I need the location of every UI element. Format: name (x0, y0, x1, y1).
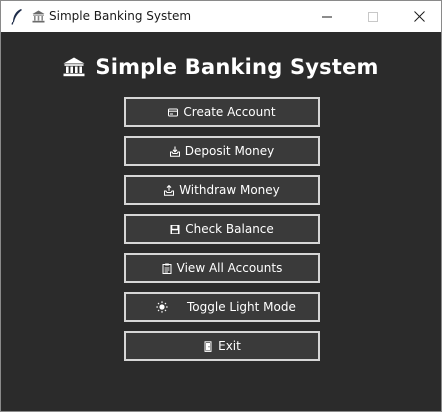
withdraw-money-label: Withdraw Money (179, 183, 280, 197)
main-content: Simple Banking System Create Account Dep… (1, 32, 441, 411)
exit-button[interactable]: Exit (124, 331, 320, 361)
card-icon (168, 108, 179, 116)
toggle-light-mode-label: Toggle Light Mode (187, 300, 296, 314)
close-button[interactable] (396, 1, 441, 32)
feather-icon (11, 9, 22, 25)
bank-icon (63, 57, 85, 77)
maximize-button[interactable] (350, 1, 396, 32)
toggle-light-mode-button[interactable]: Toggle Light Mode (124, 292, 320, 322)
app-header: Simple Banking System (1, 52, 441, 82)
bank-icon (32, 10, 45, 23)
minimize-icon (322, 16, 332, 17)
withdraw-money-button[interactable]: Withdraw Money (124, 175, 320, 205)
app-window: Simple Banking System Simple Banking Sys… (0, 0, 442, 412)
minimize-button[interactable] (304, 1, 350, 32)
check-balance-label: Check Balance (185, 222, 274, 236)
deposit-money-label: Deposit Money (184, 144, 275, 158)
create-account-button[interactable]: Create Account (124, 97, 320, 127)
close-icon (413, 11, 425, 22)
sun-icon (156, 301, 168, 313)
window-title: Simple Banking System (49, 9, 192, 23)
door-icon (204, 340, 212, 352)
clipboard-icon (162, 263, 172, 274)
outbox-tray-icon (164, 184, 175, 196)
deposit-money-button[interactable]: Deposit Money (124, 136, 320, 166)
view-all-accounts-label: View All Accounts (176, 261, 283, 275)
save-icon (170, 224, 180, 234)
inbox-tray-icon (169, 146, 180, 157)
view-all-accounts-button[interactable]: View All Accounts (124, 253, 320, 283)
exit-label: Exit (218, 339, 241, 353)
check-balance-button[interactable]: Check Balance (124, 214, 320, 244)
title-bar[interactable]: Simple Banking System (1, 1, 441, 32)
page-title: Simple Banking System (95, 55, 379, 79)
create-account-label: Create Account (183, 105, 276, 119)
maximize-icon (368, 11, 378, 22)
